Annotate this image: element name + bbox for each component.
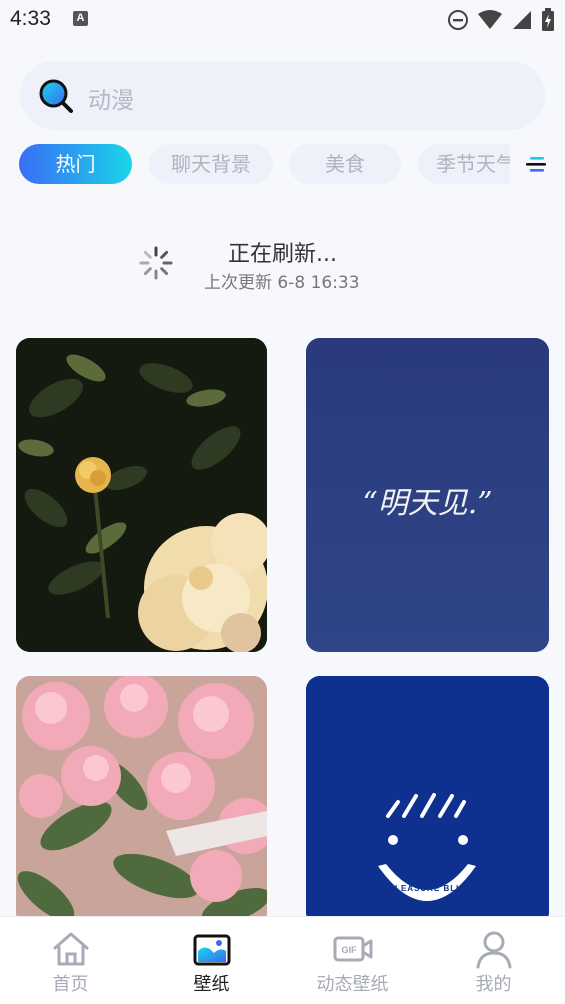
nav-wallpaper-label: 壁纸 [193,974,230,995]
nav-mine[interactable]: 我的 [423,917,564,1004]
loading-spinner-icon [139,246,173,280]
svg-text:GIF: GIF [341,945,357,955]
nav-wallpaper[interactable]: 壁纸 [141,917,282,1004]
nav-live-wallpaper[interactable]: GIF 动态壁纸 [282,917,423,1004]
wallpaper-icon [193,934,230,966]
wallpaper-card-pleasure-blue[interactable]: PLEASURE BLUE [306,676,549,926]
wallpaper-app-screen: 4:33 A 动漫 热门 聊天背景 美食 季节天气 正在刷新... 上次更新 6… [0,0,565,1004]
refresh-last-update: 上次更新 6-8 16:33 [204,273,360,293]
tab-chat-background[interactable]: 聊天背景 [149,144,273,184]
category-menu-icon[interactable] [524,152,548,176]
search-placeholder: 动漫 [88,88,134,114]
notification-icon: A [73,11,88,26]
home-icon [53,932,88,966]
user-icon [476,931,511,969]
do-not-disturb-icon [448,10,468,30]
status-time: 4:33 [10,7,51,30]
nav-home[interactable]: 首页 [0,917,141,1004]
status-bar: 4:33 A [0,0,565,40]
category-tabs: 热门 聊天背景 美食 季节天气 [0,144,510,184]
bottom-navigation: 首页 壁纸 GIF 动态壁纸 我的 [0,916,565,1004]
nav-mine-label: 我的 [475,974,512,995]
gif-video-icon: GIF [333,936,372,962]
pink-roses-image [16,676,267,926]
wallpaper-card-see-you-tomorrow[interactable]: “明天见.” [306,338,549,652]
refresh-title: 正在刷新... [228,242,337,267]
search-icon [39,79,73,113]
wallpaper-card-rose[interactable] [16,338,267,652]
nav-live-wallpaper-label: 动态壁纸 [316,974,389,995]
tab-season-weather[interactable]: 季节天气 [418,144,510,184]
nav-home-label: 首页 [52,974,89,995]
pull-refresh-indicator: 正在刷新... 上次更新 6-8 16:33 [0,230,565,300]
status-icons [447,8,555,32]
cell-signal-icon [513,11,531,29]
search-bar[interactable]: 动漫 [20,61,545,130]
battery-icon [542,8,554,31]
wallpaper-handwritten-text: “明天见.” [362,486,493,521]
tab-hot[interactable]: 热门 [19,144,132,184]
wifi-icon [478,10,502,29]
wallpaper-card-pink-roses[interactable] [16,676,267,926]
tab-food[interactable]: 美食 [289,144,401,184]
pleasure-blue-text: PLEASURE BLUE [388,884,470,893]
rose-photo-image [16,338,267,652]
